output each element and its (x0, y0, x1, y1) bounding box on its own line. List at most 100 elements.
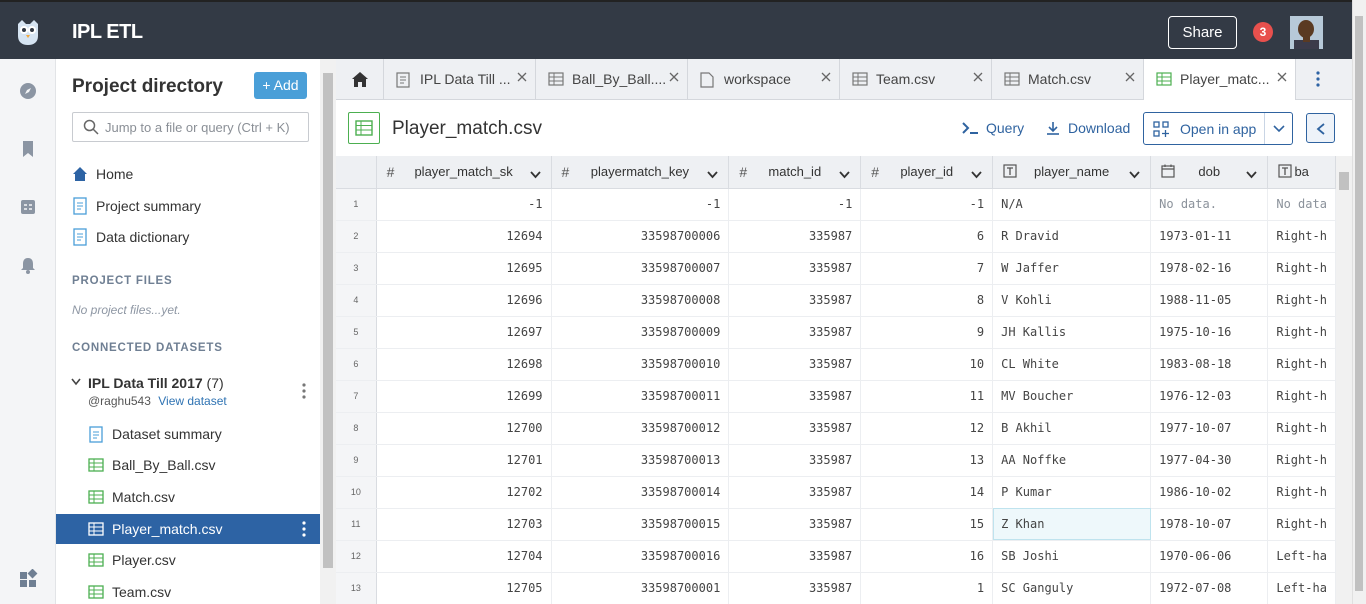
table-cell[interactable]: 33598700009 (551, 316, 730, 349)
table-cell[interactable]: 12704 (376, 540, 552, 573)
column-header[interactable]: # match_id (728, 156, 862, 189)
dataset-file-player[interactable]: Player.csv (56, 545, 320, 575)
table-cell[interactable]: 33598700013 (551, 444, 730, 477)
close-icon[interactable] (669, 72, 679, 82)
table-cell[interactable]: 12697 (376, 316, 552, 349)
table-row[interactable]: 11 12703 33598700015 335987 15 Z Khan 1978-10-… (336, 508, 1336, 541)
more-vertical-icon[interactable] (302, 383, 306, 399)
table-cell[interactable]: 13 (860, 444, 994, 477)
table-cell[interactable]: 335987 (728, 220, 862, 253)
table-cell[interactable]: 335987 (728, 252, 862, 285)
tab-player-match[interactable]: Player_matc... (1144, 59, 1296, 101)
close-icon[interactable] (517, 72, 527, 82)
tasks-icon[interactable] (18, 197, 38, 217)
view-dataset-link[interactable]: View dataset (158, 394, 227, 408)
dataset-file-ball-by-ball[interactable]: Ball_By_Ball.csv (56, 450, 320, 480)
table-row[interactable]: 12 12704 33598700016 335987 16 SB Joshi 1970-0… (336, 540, 1336, 573)
chevron-down-icon[interactable] (971, 167, 982, 182)
column-header[interactable]: ba (1267, 156, 1336, 189)
query-button[interactable]: Query (962, 120, 1024, 136)
nav-home[interactable]: Home (72, 162, 133, 186)
tab-match[interactable]: Match.csv (992, 59, 1144, 100)
share-button[interactable]: Share (1168, 16, 1237, 49)
table-cell[interactable]: CL White (992, 348, 1152, 381)
table-cell[interactable]: B Akhil (992, 412, 1152, 445)
table-cell[interactable]: 7 (860, 252, 994, 285)
table-cell[interactable]: 335987 (728, 348, 862, 381)
table-cell[interactable]: 12694 (376, 220, 552, 253)
table-cell[interactable]: 11 (860, 380, 994, 413)
table-row[interactable]: 9 12701 33598700013 335987 13 AA Noffke 1977-0… (336, 444, 1336, 477)
tab-ball-by-ball[interactable]: Ball_By_Ball.... (536, 59, 688, 100)
table-cell[interactable]: 33598700012 (551, 412, 730, 445)
compass-icon[interactable] (18, 81, 38, 101)
table-cell[interactable]: R Dravid (992, 220, 1152, 253)
chevron-down-icon[interactable] (1273, 125, 1285, 133)
table-cell[interactable]: -1 (376, 188, 552, 221)
table-row[interactable]: 5 12697 33598700009 335987 9 JH Kallis 1975-10… (336, 316, 1336, 349)
table-cell[interactable]: Z Khan (992, 508, 1152, 541)
table-cell[interactable]: 12695 (376, 252, 552, 285)
table-cell[interactable]: 1976-12-03 (1150, 380, 1269, 413)
nav-project-summary[interactable]: Project summary (72, 194, 201, 218)
more-vertical-icon[interactable] (302, 521, 306, 537)
table-cell[interactable]: V Kohli (992, 284, 1152, 317)
table-cell[interactable]: 16 (860, 540, 994, 573)
user-avatar[interactable] (1290, 16, 1323, 49)
table-cell[interactable]: -1 (551, 188, 730, 221)
table-cell[interactable]: 6 (860, 220, 994, 253)
dataset-file-team[interactable]: Team.csv (56, 577, 320, 604)
table-cell[interactable]: Right-h (1267, 252, 1336, 285)
table-cell[interactable]: AA Noffke (992, 444, 1152, 477)
table-cell[interactable]: 1978-10-07 (1150, 508, 1269, 541)
table-cell[interactable]: 33598700006 (551, 220, 730, 253)
table-cell[interactable]: Right-h (1267, 348, 1336, 381)
table-cell[interactable]: 335987 (728, 284, 862, 317)
table-cell[interactable]: No data. (1150, 188, 1269, 221)
table-cell[interactable]: Right-h (1267, 380, 1336, 413)
table-cell[interactable]: Right-h (1267, 284, 1336, 317)
table-cell[interactable]: Right-h (1267, 444, 1336, 477)
table-row[interactable]: 3 12695 33598700007 335987 7 W Jaffer 1978-02-… (336, 252, 1336, 285)
column-header[interactable]: dob (1150, 156, 1269, 189)
download-button[interactable]: Download (1046, 120, 1130, 136)
table-cell[interactable]: 33598700010 (551, 348, 730, 381)
table-cell[interactable]: JH Kallis (992, 316, 1152, 349)
table-cell[interactable]: -1 (728, 188, 862, 221)
chevron-down-icon[interactable] (707, 167, 718, 182)
table-cell[interactable]: 12698 (376, 348, 552, 381)
table-row[interactable]: 7 12699 33598700011 335987 11 MV Boucher 1976-… (336, 380, 1336, 413)
dataset-file-match[interactable]: Match.csv (56, 482, 320, 512)
grid-scrollbar-thumb[interactable] (1339, 172, 1349, 190)
grid-scrollbar[interactable] (1336, 156, 1352, 604)
table-cell[interactable]: 33598700016 (551, 540, 730, 573)
bookmark-icon[interactable] (18, 139, 38, 159)
table-cell[interactable]: 12702 (376, 476, 552, 509)
open-in-app-button[interactable]: Open in app (1143, 112, 1293, 145)
apps-grid-icon[interactable] (18, 569, 38, 589)
notification-badge[interactable]: 3 (1253, 22, 1273, 42)
table-cell[interactable]: 12703 (376, 508, 552, 541)
column-header[interactable]: player_name (992, 156, 1152, 189)
table-row[interactable]: 10 12702 33598700014 335987 14 P Kumar 1986-10… (336, 476, 1336, 509)
chevron-down-icon[interactable] (71, 378, 81, 386)
table-row[interactable]: 6 12698 33598700010 335987 10 CL White 1983-08… (336, 348, 1336, 381)
table-cell[interactable]: Right-h (1267, 220, 1336, 253)
column-header[interactable]: # player_match_sk (376, 156, 552, 189)
table-cell[interactable]: 12705 (376, 572, 552, 604)
table-cell[interactable]: 33598700008 (551, 284, 730, 317)
table-cell[interactable]: 335987 (728, 572, 862, 604)
table-cell[interactable]: 8 (860, 284, 994, 317)
table-cell[interactable]: 335987 (728, 540, 862, 573)
bell-icon[interactable] (18, 255, 38, 275)
close-icon[interactable] (821, 72, 831, 82)
table-row[interactable]: 2 12694 33598700006 335987 6 R Dravid 1973-01-… (336, 220, 1336, 253)
table-cell[interactable]: 1973-01-11 (1150, 220, 1269, 253)
column-header[interactable]: # playermatch_key (551, 156, 730, 189)
column-header[interactable]: # player_id (860, 156, 994, 189)
add-button[interactable]: + Add (254, 72, 307, 99)
table-cell[interactable]: 33598700001 (551, 572, 730, 604)
table-cell[interactable]: N/A (992, 188, 1152, 221)
collapse-panel-button[interactable] (1306, 113, 1335, 143)
table-cell[interactable]: 1977-04-30 (1150, 444, 1269, 477)
